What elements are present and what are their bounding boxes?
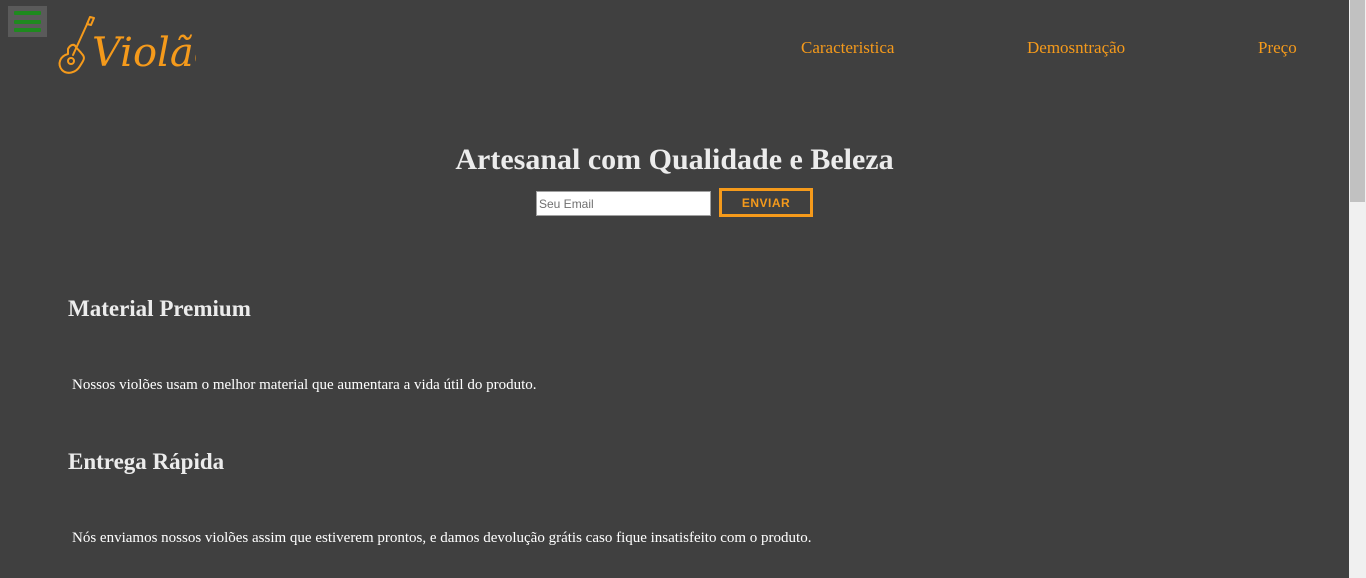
hamburger-icon-bar	[14, 28, 41, 32]
nav-link-demonstracao[interactable]: Demosntração	[1027, 38, 1125, 58]
vertical-scrollbar[interactable]	[1349, 0, 1366, 578]
logo-text: Violão	[92, 30, 196, 76]
email-input[interactable]	[536, 191, 711, 216]
nav-link-caracteristica[interactable]: Caracteristica	[801, 38, 894, 58]
send-button[interactable]: ENVIAR	[719, 188, 813, 217]
hamburger-icon-bar	[14, 19, 41, 24]
menu-toggle-button[interactable]	[8, 6, 47, 37]
feature-text-material: Nossos violões usam o melhor material qu…	[72, 377, 537, 393]
guitar-icon: Violão	[58, 16, 196, 76]
hero-title: Artesanal com Qualidade e Beleza	[455, 143, 894, 176]
hamburger-icon-bar	[14, 11, 41, 15]
feature-heading-material: Material Premium	[68, 296, 251, 321]
feature-text-entrega: Nós enviamos nossos violões assim que es…	[72, 530, 812, 546]
feature-heading-entrega: Entrega Rápida	[68, 449, 225, 474]
scrollbar-thumb[interactable]	[1350, 0, 1365, 202]
nav-link-preco[interactable]: Preço	[1258, 38, 1297, 58]
logo[interactable]: Violão	[56, 14, 196, 76]
